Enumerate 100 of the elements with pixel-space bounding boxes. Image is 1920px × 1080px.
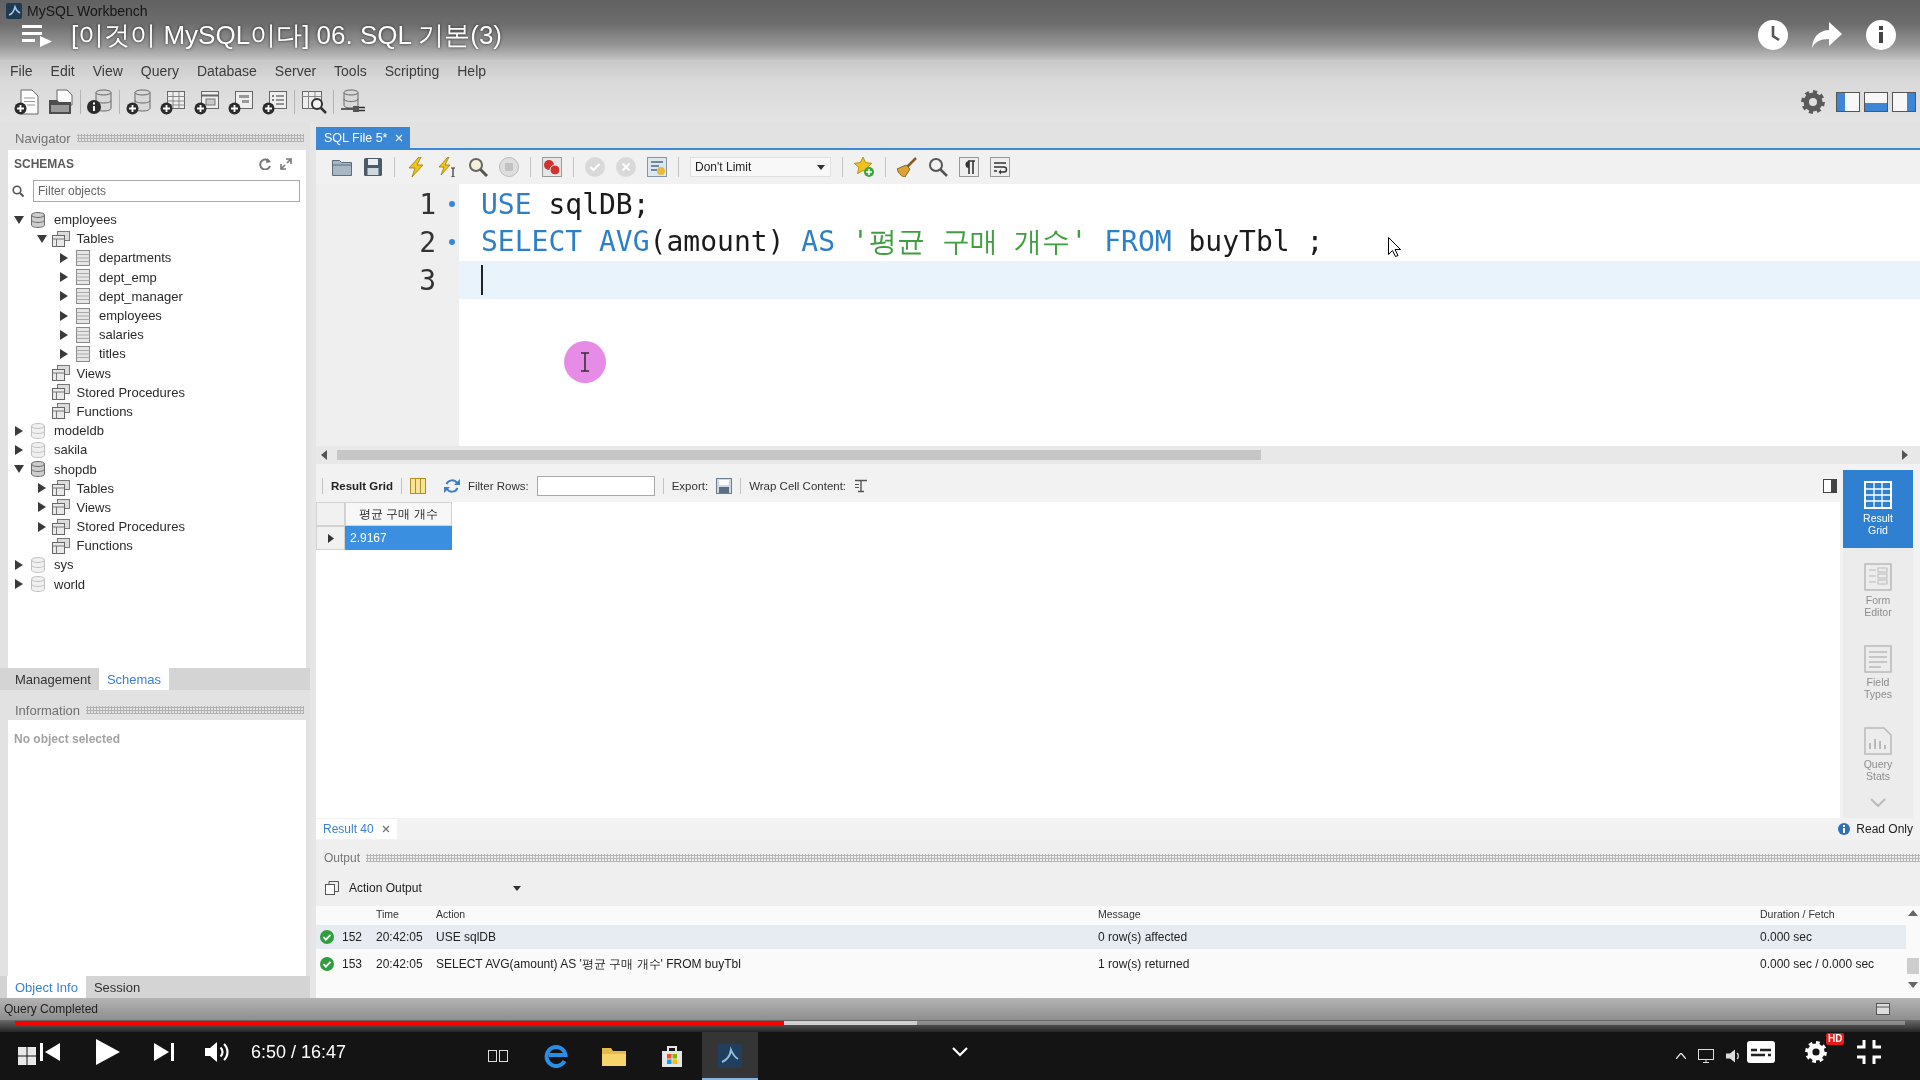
- menu-item[interactable]: File: [1, 63, 42, 79]
- database-plus-icon[interactable]: [126, 89, 152, 115]
- monitor-icon[interactable]: [1698, 1049, 1714, 1063]
- right-panel-icon[interactable]: [1892, 92, 1916, 112]
- tree-item[interactable]: modeldb: [54, 423, 104, 439]
- exit-fullscreen-icon[interactable]: [1857, 1040, 1881, 1064]
- tree-item[interactable]: Views: [76, 499, 111, 515]
- panel-icon[interactable]: [1876, 1003, 1890, 1015]
- tree-item[interactable]: titles: [99, 346, 126, 362]
- caret-right-icon[interactable]: [60, 348, 68, 359]
- caret-down-icon[interactable]: [36, 234, 47, 243]
- caret-down-icon[interactable]: [14, 215, 24, 224]
- left-panel-icon[interactable]: [1836, 92, 1860, 112]
- tree-item[interactable]: Stored Procedures: [76, 384, 185, 400]
- result-tab[interactable]: Result 40: [316, 819, 397, 839]
- expand-arrows-icon[interactable]: [280, 158, 292, 170]
- tree-item[interactable]: Views: [76, 365, 111, 381]
- caret-right-icon[interactable]: [15, 559, 23, 570]
- row-limit-dropdown[interactable]: Don't Limit: [690, 157, 831, 177]
- broom-icon[interactable]: [897, 157, 917, 177]
- subtitles-icon[interactable]: [1747, 1041, 1775, 1063]
- export-icon[interactable]: [716, 478, 733, 494]
- scrollbar-thumb[interactable]: [337, 450, 1261, 460]
- scrollbar-thumb[interactable]: [1907, 958, 1919, 974]
- clock-icon[interactable]: [1758, 20, 1788, 50]
- caret-right-icon[interactable]: [37, 521, 46, 532]
- folder-icon[interactable]: [602, 1046, 626, 1066]
- caret-right-icon[interactable]: [37, 483, 46, 494]
- document-lines-icon[interactable]: [647, 157, 667, 177]
- wrap-lines-icon[interactable]: [990, 157, 1010, 177]
- shopping-bag-icon[interactable]: [661, 1045, 683, 1067]
- caret-right-icon[interactable]: [60, 329, 68, 340]
- playlist-icon[interactable]: [22, 23, 52, 47]
- text-wrap-icon[interactable]: [854, 479, 869, 493]
- scroll-left-icon[interactable]: [321, 450, 327, 460]
- tree-item[interactable]: Functions: [76, 538, 133, 554]
- overlapping-circles-icon[interactable]: [542, 157, 562, 177]
- play-icon[interactable]: [96, 1039, 120, 1065]
- magnifier-icon[interactable]: [468, 157, 488, 177]
- caret-right-icon[interactable]: [60, 310, 68, 321]
- tree-item[interactable]: Stored Procedures: [76, 519, 185, 535]
- caret-right-icon[interactable]: [60, 272, 68, 283]
- settings-icon[interactable]: [1805, 1041, 1827, 1063]
- menu-item[interactable]: Query: [131, 63, 188, 79]
- menu-item[interactable]: Tools: [325, 63, 376, 79]
- database-plug-icon[interactable]: [340, 89, 366, 115]
- tree-item[interactable]: Tables: [76, 480, 115, 496]
- tree-item[interactable]: shopdb: [54, 461, 97, 477]
- star-plus-icon[interactable]: [854, 157, 874, 177]
- copy-icon[interactable]: [325, 881, 339, 895]
- tree-item[interactable]: Tables: [76, 231, 115, 247]
- close-icon[interactable]: [381, 825, 390, 833]
- panel-tab[interactable]: Session: [85, 976, 149, 998]
- window-plus-icon[interactable]: [194, 89, 220, 115]
- menu-item[interactable]: Help: [448, 63, 496, 79]
- search-table-icon[interactable]: [301, 89, 327, 115]
- tree-item[interactable]: dept_manager: [99, 288, 183, 304]
- browser-logo-icon[interactable]: [544, 1044, 568, 1068]
- tree-item[interactable]: salaries: [99, 327, 144, 343]
- caret-right-icon[interactable]: [37, 502, 46, 513]
- bottom-panel-icon[interactable]: [1864, 92, 1888, 112]
- caret-right-icon[interactable]: [15, 425, 23, 436]
- save-icon[interactable]: [363, 157, 383, 177]
- output-mode-dropdown[interactable]: Action Output: [347, 878, 525, 898]
- caret-right-icon[interactable]: [15, 579, 23, 590]
- tree-item[interactable]: Functions: [76, 403, 133, 419]
- panel-tab[interactable]: Management: [7, 668, 99, 690]
- caret-right-icon[interactable]: [60, 291, 68, 302]
- editor-tab[interactable]: SQL File 5*: [316, 127, 411, 148]
- skip-previous-icon[interactable]: [40, 1042, 60, 1062]
- tree-item[interactable]: sakila: [54, 442, 88, 458]
- share-arrow-icon[interactable]: [1812, 22, 1842, 48]
- list-plus-icon[interactable]: [262, 89, 288, 115]
- view-tab[interactable]: Result Grid: [1843, 470, 1913, 548]
- document-plus-icon[interactable]: [14, 89, 40, 115]
- task-view-icon[interactable]: [488, 1048, 508, 1064]
- tree-item[interactable]: world: [54, 576, 86, 592]
- column-header[interactable]: 평균 구매 개수: [345, 502, 452, 526]
- tree-item[interactable]: employees: [54, 212, 117, 228]
- lightning-cursor-icon[interactable]: [437, 157, 457, 177]
- table-plus-icon[interactable]: [160, 89, 186, 115]
- menu-item[interactable]: View: [83, 63, 132, 79]
- app-logo-icon[interactable]: [718, 1044, 742, 1068]
- tree-item[interactable]: employees: [99, 308, 162, 324]
- sidebar-toggle-icon[interactable]: [1823, 479, 1837, 493]
- menu-item[interactable]: Scripting: [375, 63, 449, 79]
- tree-item[interactable]: sys: [54, 557, 74, 573]
- database-info-icon[interactable]: [87, 89, 113, 115]
- video-title[interactable]: [이것이 MySQL이다] 06. SQL 기본(3): [71, 17, 502, 53]
- folder-document-icon[interactable]: [48, 89, 74, 115]
- tree-item[interactable]: dept_emp: [99, 269, 157, 285]
- windows-logo-icon[interactable]: [18, 1047, 36, 1065]
- scroll-down-icon[interactable]: [1908, 982, 1918, 988]
- volume-icon[interactable]: [205, 1041, 231, 1063]
- info-icon[interactable]: [1866, 20, 1896, 50]
- search-icon[interactable]: [928, 157, 948, 177]
- caret-right-icon[interactable]: [60, 252, 68, 263]
- panel-tab[interactable]: Schemas: [98, 668, 170, 690]
- scroll-right-icon[interactable]: [1902, 450, 1908, 460]
- filter-rows-field[interactable]: [536, 476, 655, 496]
